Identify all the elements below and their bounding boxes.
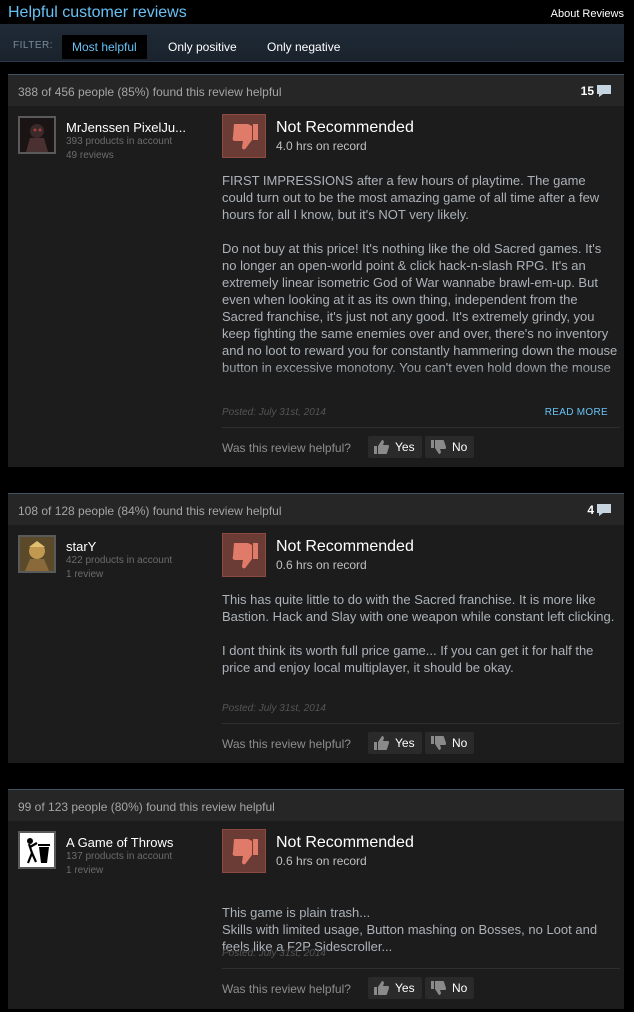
- vote-yes-label: Yes: [395, 981, 415, 995]
- author-products: 422 products in account: [66, 555, 173, 566]
- thumbs-up-icon: [374, 736, 389, 750]
- vote-question: Was this review helpful?: [222, 441, 351, 455]
- divider: [222, 968, 620, 969]
- trash-bin-avatar-icon[interactable]: [18, 831, 56, 869]
- comment-count[interactable]: 4: [587, 503, 612, 517]
- section-title: Helpful customer reviews: [8, 4, 187, 21]
- vote-row: Was this review helpful? Yes No: [222, 732, 618, 756]
- vote-question: Was this review helpful?: [222, 737, 351, 751]
- author-name[interactable]: starY: [66, 539, 96, 554]
- verdict-title: Not Recommended: [276, 834, 414, 851]
- author-name[interactable]: MrJenssen PixelJu...: [66, 120, 186, 135]
- divider: [222, 723, 620, 724]
- vote-question: Was this review helpful?: [222, 982, 351, 996]
- review-card: 108 of 128 people (84%) found this revie…: [8, 493, 624, 763]
- reviews-header: Helpful customer reviews About Reviews: [0, 0, 634, 24]
- vote-no-label: No: [452, 736, 468, 750]
- text-fade: [222, 364, 618, 390]
- filter-bar: FILTER: Most helpful Only positive Only …: [0, 24, 624, 62]
- vote-no-label: No: [452, 440, 468, 454]
- hours-on-record: 4.0 hrs on record: [276, 139, 367, 153]
- comment-count-value: 15: [580, 84, 594, 98]
- author-review-count[interactable]: 1 review: [66, 569, 103, 580]
- review-header: 388 of 456 people (85%) found this revie…: [8, 74, 624, 106]
- review-verdict[interactable]: Not Recommended 4.0 hrs on record: [222, 114, 616, 158]
- hours-on-record: 0.6 hrs on record: [276, 854, 367, 868]
- review-paragraph: This has quite little to do with the Sac…: [222, 592, 615, 624]
- about-reviews-link[interactable]: About Reviews: [551, 8, 624, 20]
- posted-date: Posted: July 31st, 2014: [222, 703, 326, 714]
- thumbs-down-icon: [222, 114, 266, 158]
- vote-no-button[interactable]: No: [425, 732, 475, 754]
- author-review-count[interactable]: 49 reviews: [66, 150, 114, 161]
- thumbs-up-icon: [374, 981, 389, 995]
- review-verdict[interactable]: Not Recommended 0.6 hrs on record: [222, 533, 616, 577]
- golden-character-avatar-icon[interactable]: [18, 535, 56, 573]
- comment-count[interactable]: 15: [581, 84, 612, 98]
- tab-most-helpful[interactable]: Most helpful: [62, 35, 147, 59]
- thumbs-down-icon: [222, 533, 266, 577]
- tab-only-negative[interactable]: Only negative: [257, 35, 350, 59]
- vote-yes-label: Yes: [395, 736, 415, 750]
- helpful-summary: 108 of 128 people (84%) found this revie…: [18, 504, 282, 518]
- posted-date: Posted: July 31st, 2014: [222, 948, 326, 959]
- thumbs-down-icon: [222, 829, 266, 873]
- author-review-count[interactable]: 1 review: [66, 865, 103, 876]
- vote-no-label: No: [452, 981, 468, 995]
- posted-date: Posted: July 31st, 2014: [222, 407, 326, 418]
- review-paragraph: FIRST IMPRESSIONS after a few hours of p…: [222, 173, 600, 222]
- author-name[interactable]: A Game of Throws: [66, 835, 173, 850]
- vote-yes-button[interactable]: Yes: [368, 436, 422, 458]
- comment-count-value: 4: [587, 503, 594, 517]
- verdict-title: Not Recommended: [276, 119, 414, 136]
- thumbs-down-small-icon: [431, 981, 446, 995]
- review-body: FIRST IMPRESSIONS after a few hours of p…: [222, 172, 618, 390]
- review-header: 99 of 123 people (80%) found this review…: [8, 789, 624, 821]
- author-products: 393 products in account: [66, 136, 173, 147]
- tab-only-positive[interactable]: Only positive: [158, 35, 247, 59]
- vote-row: Was this review helpful? Yes No: [222, 977, 618, 1001]
- vote-no-button[interactable]: No: [425, 436, 475, 458]
- verdict-title: Not Recommended: [276, 538, 414, 555]
- review-body: This game is plain trash... Skills with …: [222, 887, 618, 989]
- helpful-summary: 388 of 456 people (85%) found this revie…: [18, 85, 282, 99]
- read-more-link[interactable]: READ MORE: [545, 407, 608, 418]
- thumbs-up-icon: [374, 440, 389, 454]
- dark-character-avatar-icon[interactable]: [18, 116, 56, 154]
- review-card: 388 of 456 people (85%) found this revie…: [8, 74, 624, 467]
- review-paragraph: Do not buy at this price! It's nothing l…: [222, 241, 618, 375]
- review-header: 108 of 128 people (84%) found this revie…: [8, 493, 624, 525]
- review-verdict[interactable]: Not Recommended 0.6 hrs on record: [222, 829, 616, 873]
- vote-yes-button[interactable]: Yes: [368, 732, 422, 754]
- vote-row: Was this review helpful? Yes No: [222, 436, 618, 460]
- author-products: 137 products in account: [66, 851, 173, 862]
- helpful-summary: 99 of 123 people (80%) found this review…: [18, 800, 275, 814]
- review-paragraph: I dont think its worth full price game..…: [222, 643, 594, 675]
- comment-icon: [596, 503, 612, 517]
- thumbs-down-small-icon: [431, 440, 446, 454]
- review-card: 99 of 123 people (80%) found this review…: [8, 789, 624, 1009]
- vote-yes-button[interactable]: Yes: [368, 977, 422, 999]
- vote-no-button[interactable]: No: [425, 977, 475, 999]
- hours-on-record: 0.6 hrs on record: [276, 558, 367, 572]
- divider: [222, 427, 620, 428]
- vote-yes-label: Yes: [395, 440, 415, 454]
- filter-label: FILTER:: [13, 40, 53, 51]
- review-body: This has quite little to do with the Sac…: [222, 591, 618, 693]
- thumbs-down-small-icon: [431, 736, 446, 750]
- comment-icon: [596, 84, 612, 98]
